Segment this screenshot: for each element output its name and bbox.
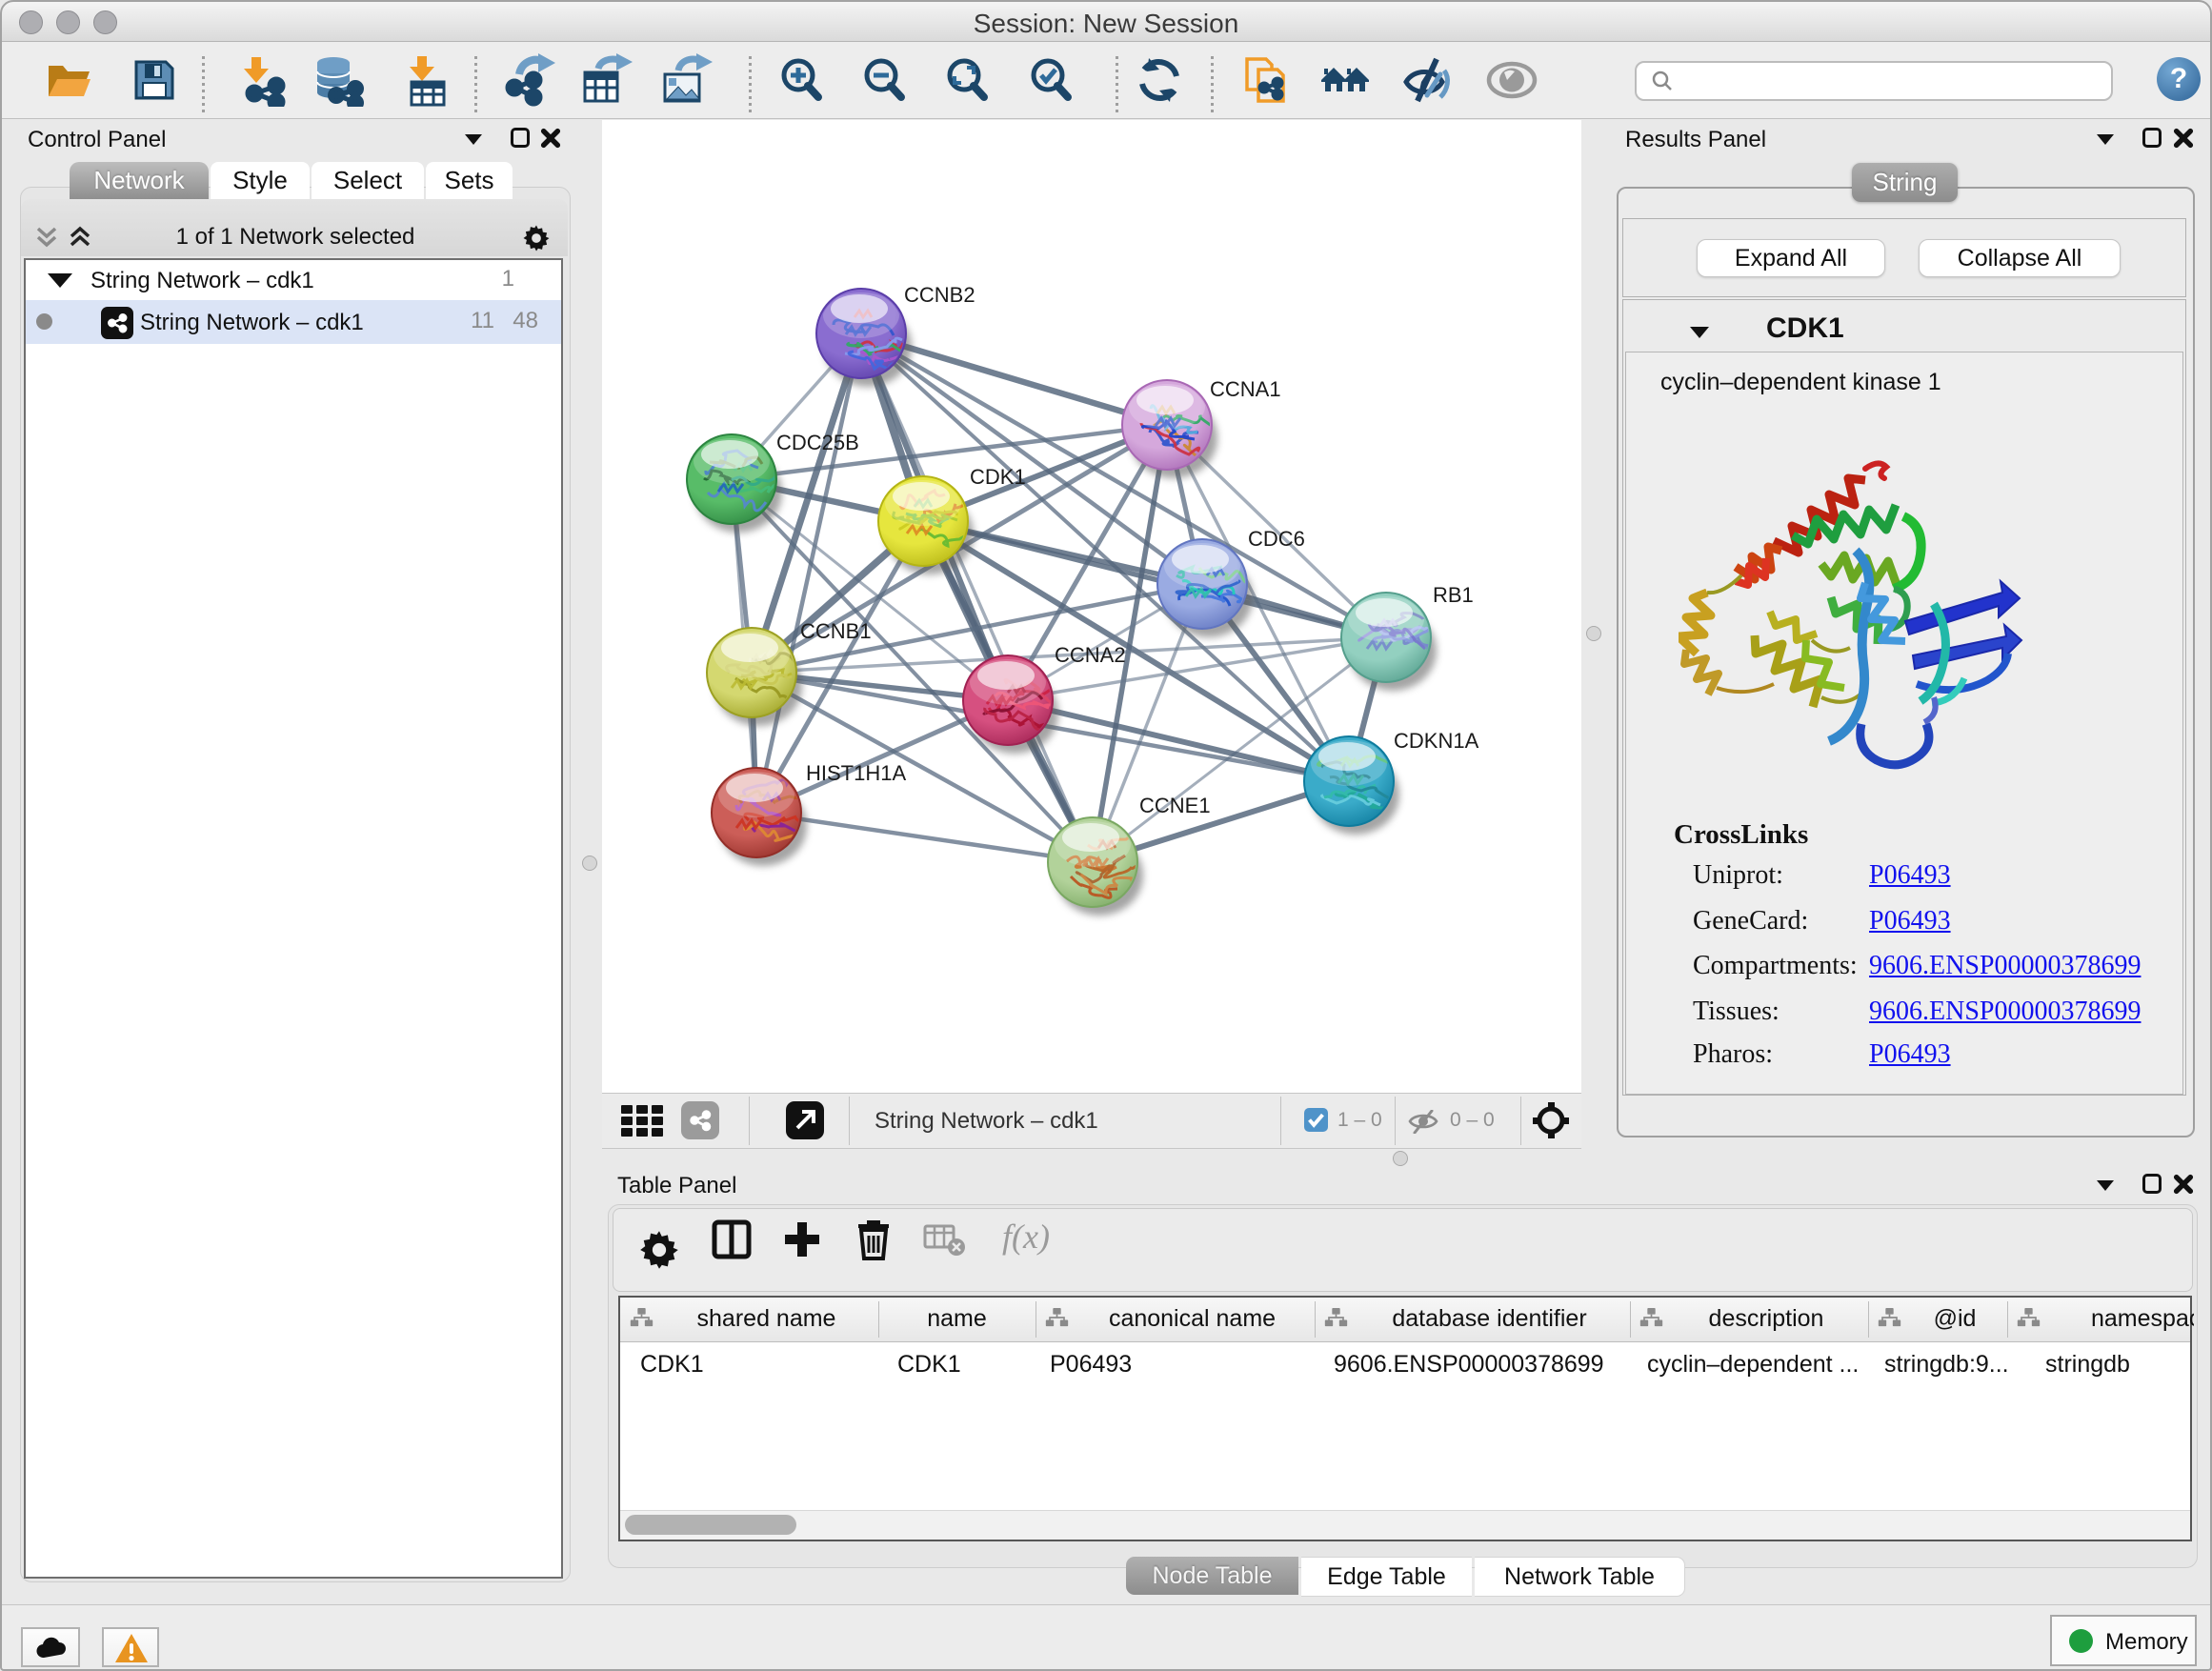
svg-text:CCNA1: CCNA1: [1210, 377, 1281, 401]
svg-text:CCNB2: CCNB2: [904, 283, 975, 307]
svg-text:CDC6: CDC6: [1248, 527, 1305, 551]
svg-text:HIST1H1A: HIST1H1A: [806, 761, 906, 785]
svg-text:CDKN1A: CDKN1A: [1394, 729, 1479, 753]
svg-text:RB1: RB1: [1433, 583, 1474, 607]
svg-text:CCNA2: CCNA2: [1055, 643, 1126, 667]
svg-text:CCNE1: CCNE1: [1139, 794, 1211, 817]
svg-text:CDC25B: CDC25B: [776, 431, 859, 454]
svg-text:CCNB1: CCNB1: [800, 619, 872, 643]
svg-text:CDK1: CDK1: [970, 465, 1026, 489]
